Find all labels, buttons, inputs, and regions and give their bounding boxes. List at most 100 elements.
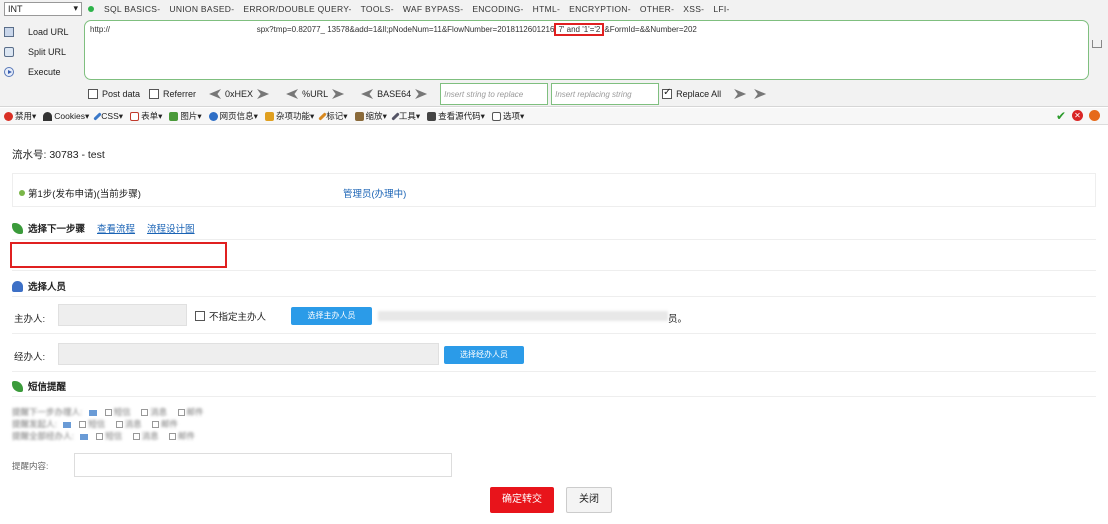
toolbar-view-source[interactable]: 查看源代码 ▾ [427,110,485,122]
host-note-redacted [378,311,668,321]
menu-encryption[interactable]: ENCRYPTION- [569,4,631,14]
email-checkbox[interactable] [177,409,185,417]
menu-error-double-query[interactable]: ERROR/DOUBLE QUERY- [243,4,351,14]
error-icon[interactable]: ✕ [1072,110,1083,121]
replace-find-input[interactable]: Insert string to replace [440,83,549,105]
chevron-down-icon: ▾ [73,3,78,13]
arrow-left-icon[interactable] [361,89,374,99]
remind-content-input[interactable] [74,453,452,477]
toolbar-css[interactable]: CSS ▾ [93,111,123,122]
menu-html[interactable]: HTML- [533,4,560,14]
replace-all-checkbox[interactable] [662,87,673,99]
next-step-empty-highlight [10,242,227,268]
arrow-left-icon[interactable] [209,89,222,99]
leaf-icon [12,380,23,392]
assistant-input[interactable] [58,343,439,365]
toolbar-cookies[interactable]: Cookies ▾ [43,111,89,122]
select-assistant-button[interactable]: 选择经办人员 [444,346,524,364]
options-icon [491,111,501,121]
host-note-tail: 员。 [668,314,688,325]
select-people-section: 选择人员 [12,279,66,293]
referrer-toggle[interactable]: Referrer [149,89,196,99]
web-developer-toolbar: 禁用 ▾ Cookies ▾ CSS ▾ 表单 ▾ 图片 ▾ 网页信息 ▾ 杂项功能 ▾ 标记… [0,108,1108,125]
split-url-button[interactable]: Split URL [4,42,80,62]
toolbar-outline[interactable]: 标记 ▾ [318,110,348,122]
close-button[interactable]: 关闭 [566,487,612,513]
check-icon[interactable]: ✔ [1056,110,1066,122]
toolbar-tools[interactable]: 工具 ▾ [391,110,420,122]
replace-with-input[interactable]: Insert replacing string [551,83,660,105]
view-flowchart-link[interactable]: 查看流程 [97,221,135,235]
url-textarea[interactable]: http:// spx?tmp=0.82077_ 13578&add=1&ll;… [84,20,1089,80]
sms-label: 短信 [88,419,106,429]
replace-all-toggle[interactable]: Replace All [662,87,721,99]
toolbar-misc[interactable]: 杂项功能 ▾ [264,110,314,122]
sms-checkbox[interactable] [79,421,87,429]
toolbar-options[interactable]: 选项 ▾ [491,110,524,122]
play-icon [4,67,14,77]
menu-tools[interactable]: TOOLS- [361,4,394,14]
collapse-icon[interactable] [1092,40,1102,48]
email-checkbox[interactable] [152,421,160,429]
no-host-toggle[interactable]: 不指定主办人 [195,309,266,323]
message-checkbox[interactable] [141,409,149,417]
remind-content-label: 提醒内容: [12,461,49,471]
toolbar-images[interactable]: 图片 ▾ [169,110,202,122]
toolbar-info[interactable]: 网页信息 ▾ [208,110,258,122]
sms-label: 短信 [113,407,131,417]
execute-label: Execute [28,67,61,77]
referrer-checkbox[interactable] [149,89,160,99]
assistant-label: 经办人: [14,352,46,363]
host-input[interactable] [58,304,187,326]
arrow-right-icon[interactable] [332,89,345,99]
toolbar-status: ✔ ✕ [1056,110,1100,122]
divider [12,296,1096,297]
post-data-checkbox[interactable] [88,89,98,99]
menu-union-based[interactable]: UNION BASED- [169,4,234,14]
hackbar-select[interactable]: INT ▾ [4,1,82,16]
hackbar-select-value: INT [8,3,23,14]
email-checkbox[interactable] [169,433,177,441]
message-checkbox[interactable] [132,433,140,441]
toolbar-forms[interactable]: 表单 ▾ [130,110,162,122]
email-label: 邮件 [161,419,179,429]
menu-other[interactable]: OTHER- [640,4,674,14]
toolbar-resize[interactable]: 缩放 ▾ [354,110,387,122]
toolbar-disable-label: 禁用 [15,111,33,121]
split-url-icon [4,47,14,57]
no-host-checkbox[interactable] [195,311,205,321]
menu-encoding[interactable]: ENCODING- [472,4,523,14]
arrow-right-icon[interactable] [415,89,428,99]
warning-icon[interactable] [1089,110,1100,121]
menu-lfi[interactable]: LFI- [713,4,729,14]
referrer-label: Referrer [163,89,197,99]
replace-apply-icon[interactable] [734,89,747,99]
post-data-label: Post data [102,89,141,99]
select-host-button[interactable]: 选择主办人员 [291,307,372,325]
remind-row: 提醒全部经办人: 短信 消息 邮件 [12,430,195,442]
menu-sql-basics[interactable]: SQL BASICS- [104,4,160,14]
confirm-transfer-button[interactable]: 确定转交 [490,487,554,513]
url-encoder: %URL [282,89,348,99]
message-checkbox[interactable] [115,421,123,429]
toolbar-images-label: 图片 [180,111,198,121]
menu-waf-bypass[interactable]: WAF BYPASS- [403,4,463,14]
sms-checkbox[interactable] [104,409,112,417]
load-url-button[interactable]: Load URL [4,22,80,42]
sms-checkbox[interactable] [96,433,104,441]
toolbar-css-label: CSS [101,111,119,121]
sms-icon [88,409,97,416]
url-prefix: http:// [90,25,111,34]
replace-apply-all-icon[interactable] [754,89,767,99]
arrow-left-icon[interactable] [286,89,299,99]
bullet-icon [19,190,25,196]
hackbar-options: Post data Referrer 0xHEX %URL BASE64 Ins… [88,83,770,105]
post-data-toggle[interactable]: Post data [88,89,140,99]
arrow-right-icon[interactable] [257,89,270,99]
next-step-section: 选择下一步骤 查看流程 流程设计图 [12,221,195,235]
current-step-label: 第1步(发布申请)(当前步骤) [28,189,141,200]
menu-xss[interactable]: XSS- [683,4,704,14]
toolbar-disable[interactable]: 禁用 ▾ [4,110,36,122]
design-diagram-link[interactable]: 流程设计图 [147,221,195,235]
execute-button[interactable]: Execute [4,62,80,82]
